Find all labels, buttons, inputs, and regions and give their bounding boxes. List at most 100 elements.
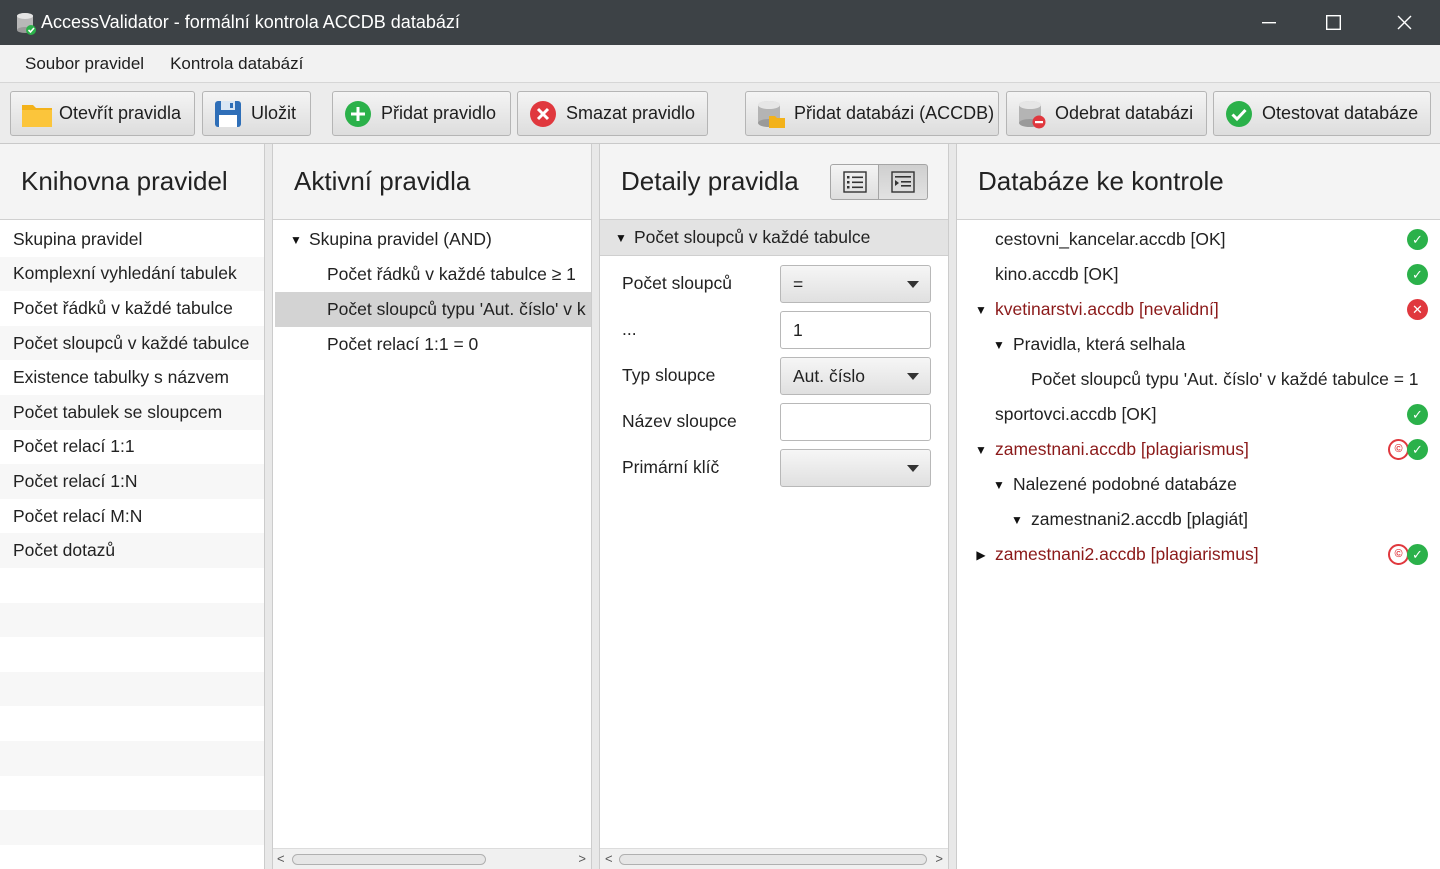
split-divider[interactable] [591, 144, 600, 869]
library-item[interactable]: Počet relací 1:1 [0, 430, 264, 465]
databases-tree: cestovni_kancelar.accdb [OK] ✓ kino.accd… [957, 220, 1440, 572]
details-section-header[interactable]: ▼ Počet sloupců v každé tabulce [600, 220, 948, 256]
library-item[interactable]: Komplexní vyhledání tabulek [0, 256, 264, 292]
database-node[interactable]: cestovni_kancelar.accdb [OK] ✓ [957, 222, 1440, 257]
add-database-button[interactable]: Přidat databázi (ACCDB) [745, 91, 999, 136]
database-node-invalid[interactable]: ▼ kvetinarstvi.accdb [nevalidní] ✕ [957, 292, 1440, 327]
database-label: kino.accdb [OK] [995, 264, 1119, 284]
save-label: Uložit [251, 103, 297, 123]
expand-arrow-icon[interactable]: ▼ [972, 443, 990, 457]
primary-key-select[interactable] [780, 449, 931, 487]
tree-group-node[interactable]: ▼ Skupina pravidel (AND) [273, 222, 591, 257]
failed-rule-item[interactable]: Počet sloupců typu 'Aut. číslo' v každé … [957, 362, 1440, 397]
library-item[interactable]: Existence tabulky s názvem [0, 360, 264, 395]
toolbar: Otevřít pravidla Uložit Přidat pravidlo [0, 83, 1440, 144]
column-type-row: Typ sloupce Aut. číslo [600, 357, 948, 395]
database-remove-icon [1017, 99, 1047, 129]
database-node-plagiarism[interactable]: ▼ zamestnani.accdb [plagiarismus] © ✓ [957, 432, 1440, 467]
scroll-right-icon[interactable]: > [578, 851, 586, 866]
library-item[interactable]: Počet řádků v každé tabulce [0, 291, 264, 326]
scrollbar-thumb[interactable] [619, 854, 927, 865]
menu-database-check[interactable]: Kontrola databází [157, 54, 316, 74]
maximize-button[interactable] [1297, 0, 1369, 45]
column-name-input[interactable] [780, 403, 931, 441]
empty-row [0, 568, 264, 603]
database-node-plagiarism[interactable]: ▶ zamestnani2.accdb [plagiarismus] © ✓ [957, 537, 1440, 572]
remove-database-button[interactable]: Odebrat databázi [1006, 91, 1207, 136]
delete-rule-button[interactable]: Smazat pravidlo [517, 91, 708, 136]
split-divider[interactable] [948, 144, 957, 869]
test-databases-button[interactable]: Otestovat databáze [1213, 91, 1431, 136]
open-rules-button[interactable]: Otevřít pravidla [10, 91, 195, 136]
tree-rule-node-selected[interactable]: Počet sloupců typu 'Aut. číslo' v k [275, 292, 591, 327]
databases-panel: Databáze ke kontrole cestovni_kancelar.a… [957, 144, 1440, 869]
scroll-left-icon[interactable]: < [277, 851, 285, 866]
library-item[interactable]: Počet dotazů [0, 533, 264, 568]
expand-arrow-icon[interactable]: ▼ [287, 233, 305, 247]
library-item[interactable]: Počet relací 1:N [0, 464, 264, 499]
horizontal-scrollbar[interactable]: < > [600, 848, 948, 869]
rule-library-list: Skupina pravidel Komplexní vyhledání tab… [0, 220, 264, 869]
expand-arrow-icon[interactable]: ▼ [990, 478, 1008, 492]
add-rule-button[interactable]: Přidat pravidlo [332, 91, 511, 136]
empty-row [0, 810, 264, 845]
operator-select[interactable]: = [780, 265, 931, 303]
library-item[interactable]: Skupina pravidel [0, 222, 264, 257]
tree-rule-label: Počet sloupců typu 'Aut. číslo' v k [327, 299, 586, 319]
empty-row [0, 776, 264, 811]
collapsed-arrow-icon[interactable]: ▶ [972, 548, 990, 562]
database-node[interactable]: kino.accdb [OK] ✓ [957, 257, 1440, 292]
databases-title: Databáze ke kontrole [957, 144, 1440, 220]
ok-icon: ✓ [1407, 439, 1428, 460]
scrollbar-thumb[interactable] [292, 854, 486, 865]
rule-library-title: Knihovna pravidel [0, 144, 264, 220]
library-item[interactable]: Počet sloupců v každé tabulce [0, 325, 264, 361]
database-add-icon [756, 99, 786, 129]
close-button[interactable] [1368, 0, 1440, 45]
value-row: ... 1 [600, 311, 948, 349]
failed-rules-label: Pravidla, která selhala [1013, 334, 1186, 354]
status-plagiarism: © ✓ [1388, 544, 1428, 565]
horizontal-scrollbar[interactable]: < > [273, 848, 591, 869]
library-item[interactable]: Počet tabulek se sloupcem [0, 394, 264, 430]
similar-databases-node[interactable]: ▼ Nalezené podobné databáze [957, 467, 1440, 502]
database-node[interactable]: sportovci.accdb [OK] ✓ [957, 397, 1440, 432]
menu-rules-file[interactable]: Soubor pravidel [0, 54, 157, 74]
app-database-icon [15, 12, 37, 35]
active-rules-title: Aktivní pravidla [273, 144, 591, 220]
open-rules-label: Otevřít pravidla [59, 103, 182, 123]
plagiarism-icon: © [1388, 439, 1409, 460]
library-item[interactable]: Počet relací M:N [0, 499, 264, 534]
count-label: Počet sloupců [622, 273, 732, 293]
split-divider[interactable] [264, 144, 273, 869]
expand-arrow-icon[interactable]: ▼ [1008, 513, 1026, 527]
expand-arrow-icon[interactable]: ▼ [972, 303, 990, 317]
error-icon: ✕ [1407, 299, 1428, 320]
check-icon [1224, 99, 1254, 129]
scroll-left-icon[interactable]: < [605, 851, 613, 866]
column-type-select[interactable]: Aut. číslo [780, 357, 931, 395]
primary-key-label: Primární klíč [622, 457, 720, 477]
minimize-button[interactable] [1233, 0, 1305, 45]
collapse-arrow-icon[interactable]: ▼ [612, 231, 630, 245]
expand-arrow-icon[interactable]: ▼ [990, 338, 1008, 352]
status-ok: ✓ [1407, 264, 1428, 285]
status-ok: ✓ [1407, 404, 1428, 425]
tree-rule-node[interactable]: Počet řádků v každé tabulce ≥ 1 [273, 257, 591, 292]
floppy-disk-icon [213, 99, 243, 129]
list-view-toggle[interactable] [830, 164, 879, 200]
ok-icon: ✓ [1407, 229, 1428, 250]
similar-database-item[interactable]: ▼ zamestnani2.accdb [plagiát] [957, 502, 1440, 537]
empty-row [0, 706, 264, 741]
add-icon [343, 99, 373, 129]
detail-view-toggle[interactable] [879, 164, 928, 200]
value-input[interactable]: 1 [780, 311, 931, 349]
column-type-value: Aut. číslo [793, 366, 865, 386]
tree-group-label: Skupina pravidel (AND) [309, 229, 492, 249]
tree-rule-node[interactable]: Počet relací 1:1 = 0 [273, 327, 591, 362]
scroll-right-icon[interactable]: > [935, 851, 943, 866]
count-row: Počet sloupců = [600, 265, 948, 303]
failed-rules-node[interactable]: ▼ Pravidla, která selhala [957, 327, 1440, 362]
detail-view-icon [891, 171, 915, 193]
save-button[interactable]: Uložit [202, 91, 311, 136]
